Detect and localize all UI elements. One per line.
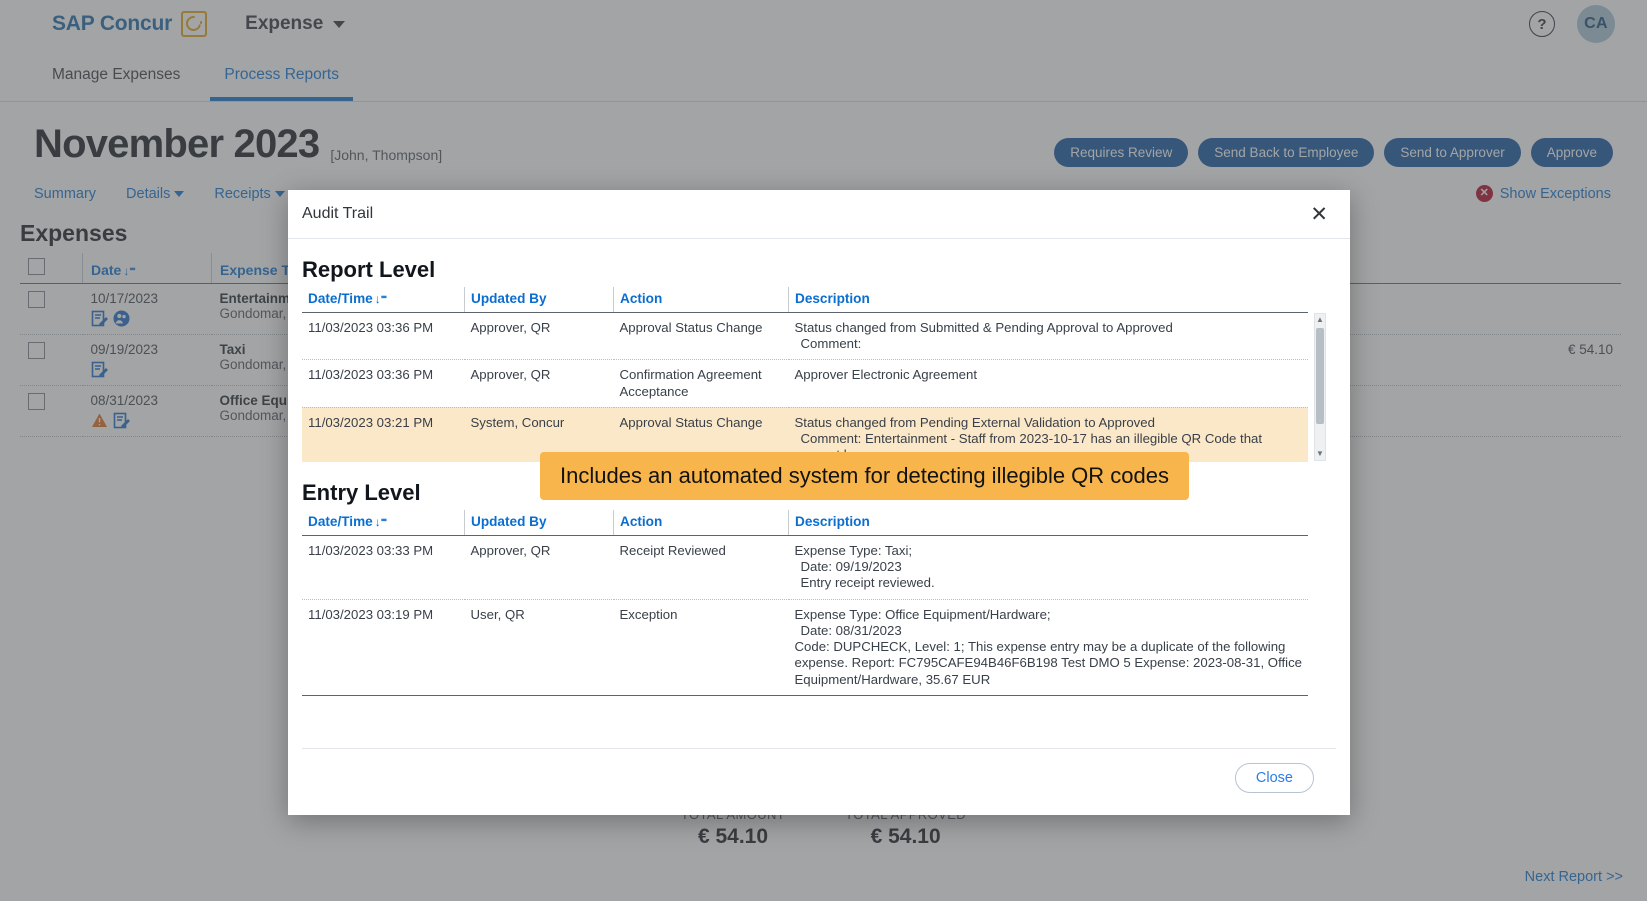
description-line-4: expense. Report: FC795CAFE94B46F6B198 Te… (794, 655, 1303, 687)
column-updated-by-label: Updated By (471, 514, 547, 529)
cell-updated-by: Approver, QR (464, 535, 614, 600)
cell-updated-by: Approver, QR (464, 312, 614, 361)
table-row[interactable]: 11/03/2023 03:33 PM Approver, QR Receipt… (302, 535, 1308, 600)
description-line-2: Comment: (800, 336, 862, 352)
description-line-1: Status changed from Submitted & Pending … (794, 320, 1173, 335)
sort-desc-icon: ↓⁼ (374, 292, 388, 306)
table-header-row: Date/Time ↓⁼ Updated By Action Descriptio… (302, 287, 1308, 313)
dialog-footer: Close (302, 748, 1336, 807)
callout-tooltip: Includes an automated system for detecti… (540, 452, 1189, 500)
cell-description: Approver Electronic Agreement (788, 359, 1308, 408)
cell-datetime: 11/03/2023 03:21 PM (302, 407, 465, 462)
table-row[interactable]: 11/03/2023 03:36 PM Approver, QR Approva… (302, 312, 1308, 361)
column-description-label: Description (795, 291, 870, 306)
column-updated-by[interactable]: Updated By (464, 510, 614, 536)
report-level-table: Date/Time ↓⁼ Updated By Action Descriptio… (302, 287, 1308, 462)
cell-datetime: 11/03/2023 03:36 PM (302, 359, 465, 408)
description-line-1: Status changed from Pending External Val… (794, 414, 1155, 430)
cell-datetime: 11/03/2023 03:33 PM (302, 535, 465, 600)
table-row[interactable]: 11/03/2023 03:19 PM User, QR Exception E… (302, 599, 1308, 696)
close-button[interactable]: Close (1234, 763, 1314, 793)
dialog-title: Audit Trail (302, 205, 374, 222)
cell-action: Receipt Reviewed (613, 535, 789, 600)
description-line-1: Expense Type: Office Equipment/Hardware; (794, 606, 1051, 622)
column-action-label: Action (620, 291, 663, 306)
description-line-2: Date: 08/31/2023 (800, 622, 902, 638)
column-action-label: Action (620, 514, 663, 529)
description-line-1: Approver Electronic Agreement (794, 367, 978, 383)
scrollbar-thumb[interactable] (1316, 328, 1324, 424)
report-level-scroll-area: Date/Time ↓⁼ Updated By Action Descriptio… (302, 287, 1326, 462)
report-level-scrollbar[interactable]: ▲ ▼ (1314, 313, 1326, 461)
description-line-2: Date: 09/19/2023 (800, 559, 902, 575)
description-line-1: Expense Type: Taxi; (794, 543, 913, 558)
report-level-heading: Report Level (302, 257, 436, 282)
column-updated-by[interactable]: Updated By (464, 287, 614, 313)
column-description[interactable]: Description (788, 510, 1308, 536)
column-updated-by-label: Updated By (471, 291, 547, 306)
cell-description: Expense Type: Office Equipment/Hardware;… (788, 599, 1308, 696)
scroll-up-icon[interactable]: ▲ (1315, 314, 1325, 326)
column-action[interactable]: Action (613, 287, 789, 313)
description-line-3: Entry receipt reviewed. (800, 575, 935, 591)
cell-description: Status changed from Submitted & Pending … (788, 312, 1308, 361)
dialog-header: Audit Trail ✕ (288, 190, 1350, 239)
column-action[interactable]: Action (613, 510, 789, 536)
cell-datetime: 11/03/2023 03:19 PM (302, 599, 465, 696)
table-header-row: Date/Time ↓⁼ Updated By Action Descriptio… (302, 510, 1308, 536)
sort-desc-icon: ↓⁼ (374, 515, 388, 529)
scroll-down-icon[interactable]: ▼ (1315, 448, 1325, 460)
column-datetime[interactable]: Date/Time ↓⁼ (302, 287, 465, 313)
cell-action: Exception (613, 599, 789, 696)
cell-action: Approval Status Change (613, 312, 789, 361)
column-description[interactable]: Description (788, 287, 1308, 313)
table-row[interactable]: 11/03/2023 03:36 PM Approver, QR Confirm… (302, 359, 1308, 408)
cell-description: Expense Type: Taxi; Date: 09/19/2023 Ent… (788, 535, 1308, 600)
column-datetime-label: Date/Time (308, 291, 373, 306)
audit-trail-dialog: Audit Trail ✕ Report Level Date/Time ↓⁼ U… (288, 190, 1350, 815)
cell-datetime: 11/03/2023 03:36 PM (302, 312, 465, 361)
cell-updated-by: User, QR (464, 599, 614, 696)
cell-action: Confirmation Agreement Acceptance (613, 359, 789, 408)
entry-level-table: Date/Time ↓⁼ Updated By Action Descriptio… (302, 510, 1308, 696)
app-screen: SAP Concur Expense ? CA Manage Expenses … (0, 0, 1647, 901)
column-datetime-label: Date/Time (308, 514, 373, 529)
cell-updated-by: Approver, QR (464, 359, 614, 408)
column-description-label: Description (795, 514, 870, 529)
column-datetime[interactable]: Date/Time ↓⁼ (302, 510, 465, 536)
close-icon[interactable]: ✕ (1310, 204, 1328, 225)
description-line-3: Code: DUPCHECK, Level: 1; This expense e… (794, 639, 1286, 655)
